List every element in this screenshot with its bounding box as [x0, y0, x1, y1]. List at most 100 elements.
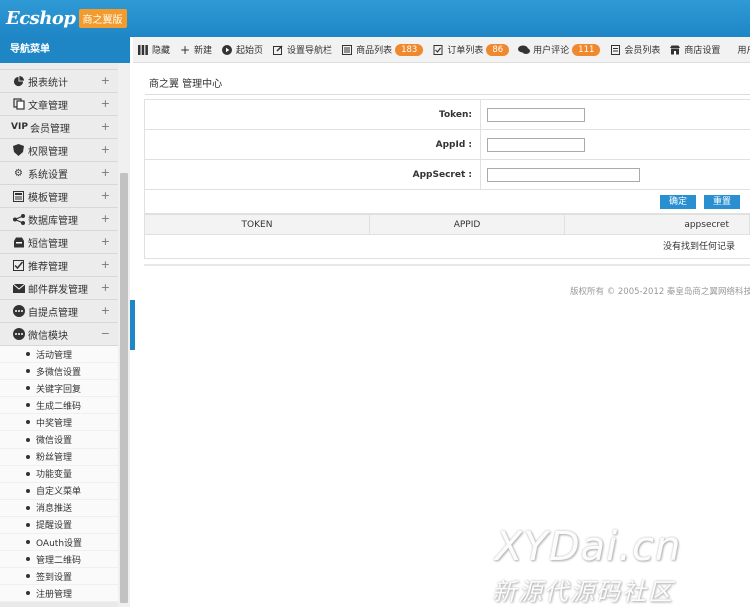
bullet-icon	[26, 522, 30, 527]
sidebar-item-wechat[interactable]: 微信模块 −	[0, 323, 118, 346]
bullet-icon	[26, 352, 30, 357]
toolbar-member-list-button[interactable]: 会员列表	[609, 43, 660, 56]
toolbar-home-button[interactable]: 起始页	[221, 43, 263, 56]
play-circle-icon	[221, 44, 233, 55]
share-icon	[12, 213, 25, 226]
expand-icon[interactable]: +	[101, 281, 110, 294]
sidebar-item-mail[interactable]: 邮件群发管理 +	[0, 277, 118, 300]
submenu-label: 管理二维码	[36, 555, 82, 566]
pie-chart-icon	[12, 75, 25, 88]
appsecret-label: AppSecret :	[145, 160, 481, 189]
submenu-item[interactable]: 粉丝管理	[0, 448, 118, 466]
ellipsis-icon	[12, 328, 25, 341]
toolbar-user-message-button[interactable]: 用户留	[737, 43, 750, 56]
scrollbar-thumb[interactable]	[120, 173, 128, 603]
submenu-item[interactable]: 活动管理	[0, 346, 118, 364]
submenu-item[interactable]: OAuth设置	[0, 534, 118, 552]
list-icon	[341, 44, 353, 55]
toolbar-label: 商店设置	[684, 46, 721, 56]
sidebar-item-label: 会员管理	[30, 123, 70, 135]
toolbar-new-button[interactable]: + 新建	[179, 43, 212, 57]
sidebar-item-label: 短信管理	[28, 238, 68, 250]
sidebar-item-system[interactable]: ⚙ 系统设置 +	[0, 162, 118, 185]
submenu-item[interactable]: 微信设置	[0, 431, 118, 449]
submenu-item[interactable]: 功能变量	[0, 465, 118, 483]
expand-icon[interactable]: +	[101, 304, 110, 317]
column-header-appsecret[interactable]: appsecret	[565, 215, 749, 234]
submenu-label: 自定义菜单	[36, 487, 82, 498]
toolbar-hide-button[interactable]: 隐藏	[137, 43, 170, 56]
submenu-item[interactable]: 自定义菜单	[0, 482, 118, 500]
submenu-item[interactable]: 签到设置	[0, 568, 118, 586]
logo[interactable]: Ecshop 商之翼版	[6, 6, 127, 30]
expand-icon[interactable]: +	[101, 189, 110, 202]
column-header-token[interactable]: TOKEN	[145, 215, 370, 234]
copy-icon	[12, 98, 25, 111]
expand-icon[interactable]: +	[101, 212, 110, 225]
submenu-item[interactable]: 提醒设置	[0, 516, 118, 535]
toolbar-order-list-button[interactable]: 订单列表 86	[432, 43, 510, 56]
toolbar-label: 设置导航栏	[287, 46, 333, 56]
expand-icon[interactable]: +	[101, 97, 110, 110]
sidebar-item-sms[interactable]: 短信管理 +	[0, 231, 118, 254]
expand-icon[interactable]: +	[101, 235, 110, 248]
submenu-label: 多微信设置	[36, 367, 82, 378]
submenu-item[interactable]: 消息推送	[0, 499, 118, 517]
expand-icon[interactable]: +	[101, 143, 110, 156]
columns-icon	[137, 44, 149, 55]
reset-button[interactable]: 重置	[703, 194, 740, 209]
toolbar-comments-button[interactable]: 用户评论 111	[518, 43, 601, 56]
form-row-token: Token:	[144, 100, 750, 130]
token-input[interactable]	[487, 107, 585, 122]
submenu-item[interactable]: 中奖管理	[0, 414, 118, 432]
submenu-label: 注册管理	[36, 589, 73, 600]
expand-icon[interactable]: +	[101, 120, 110, 133]
sidebar-item-label: 微信模块	[28, 330, 68, 342]
confirm-button[interactable]: 确定	[659, 194, 696, 209]
expand-icon[interactable]: +	[101, 166, 110, 179]
toolbar-goods-list-button[interactable]: 商品列表 183	[341, 43, 424, 56]
submenu-item[interactable]: 生成二维码	[0, 397, 118, 415]
sidebar-item-members[interactable]: VIP 会员管理 +	[0, 116, 118, 139]
sidebar-item-pickup[interactable]: 自提点管理 +	[0, 300, 118, 323]
appid-input[interactable]	[487, 137, 585, 152]
toolbar-nav-settings-button[interactable]: 设置导航栏	[272, 43, 332, 56]
toolbar-store-settings-button[interactable]: 商店设置	[669, 43, 720, 56]
divider	[144, 264, 750, 266]
order-icon	[432, 44, 444, 55]
submenu-label: 中奖管理	[36, 418, 73, 429]
column-header-appid[interactable]: APPID	[370, 215, 565, 234]
sidebar-item-label: 报表统计	[28, 77, 68, 89]
submenu-item[interactable]: 多微信设置	[0, 363, 118, 381]
gears-icon: ⚙	[14, 167, 23, 179]
config-form: Token: AppId : AppSecret : 确定 重置	[144, 99, 750, 214]
submenu-item[interactable]: 注册管理	[0, 585, 118, 603]
ellipsis-icon	[12, 305, 25, 318]
empty-message: 没有找到任何记录	[144, 235, 750, 259]
sidebar-item-articles[interactable]: 文章管理 +	[0, 93, 118, 116]
logo-text: Ecshop	[6, 7, 76, 29]
collapse-icon[interactable]: −	[101, 327, 110, 340]
sidebar-item-templates[interactable]: 模板管理 +	[0, 185, 118, 208]
appsecret-input[interactable]	[487, 167, 640, 182]
submenu-item[interactable]: 关键字回复	[0, 380, 118, 398]
sidebar-item-hidden[interactable]	[0, 63, 118, 70]
compose-icon	[272, 44, 284, 55]
expand-icon[interactable]: +	[101, 74, 110, 87]
sidebar-item-label: 自提点管理	[28, 307, 78, 319]
sidebar-scrollbar[interactable]	[118, 63, 130, 607]
sidebar-item-recommend[interactable]: 推荐管理 +	[0, 254, 118, 277]
sidebar-item-database[interactable]: 数据库管理 +	[0, 208, 118, 231]
token-label: Token:	[145, 100, 481, 129]
table-header: TOKEN APPID appsecret	[144, 214, 750, 235]
expand-icon[interactable]: +	[101, 258, 110, 271]
sidebar-item-permissions[interactable]: 权限管理 +	[0, 139, 118, 162]
sidebar-item-reports[interactable]: 报表统计 +	[0, 70, 118, 93]
checkbox-icon	[12, 259, 25, 272]
watermark: XYDai.cn 新源代源码社区	[480, 520, 750, 607]
submenu-label: 粉丝管理	[36, 453, 73, 464]
bullet-icon	[26, 540, 30, 545]
submenu-item[interactable]: 管理二维码	[0, 551, 118, 569]
inbox-icon	[12, 236, 25, 249]
sidebar-item-label: 数据库管理	[28, 215, 78, 227]
